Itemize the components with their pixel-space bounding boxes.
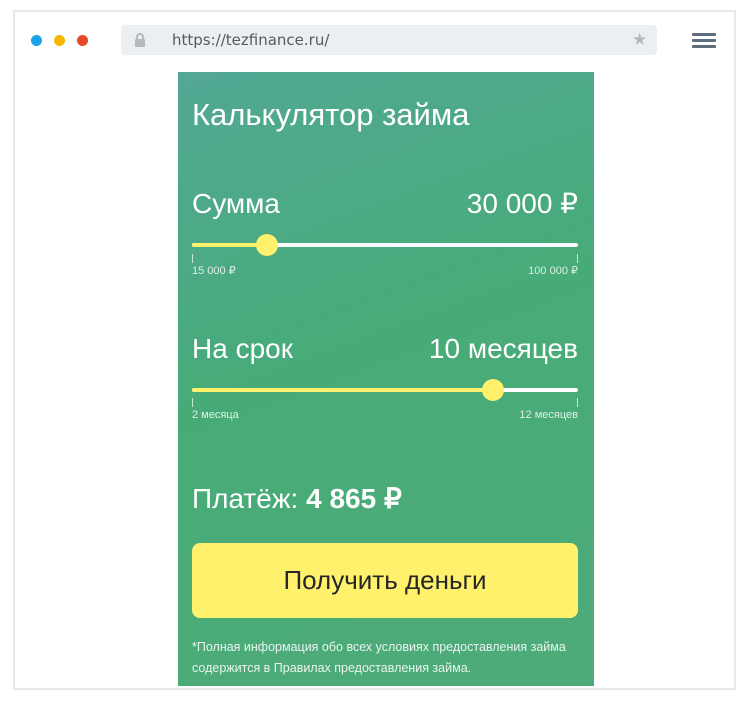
term-value: 10 месяцев [428,333,578,364]
term-max-label: 12 месяцев [519,409,578,421]
amount-label: Сумма [192,188,280,219]
amount-max-tick [577,254,578,263]
term-slider[interactable] [192,378,578,402]
lock-icon [135,33,145,47]
amount-max-label: 100 000 ₽ [528,265,578,277]
term-slider-thumb[interactable] [482,379,505,401]
term-label: На срок [192,333,293,364]
window-dot-blue[interactable] [31,35,42,46]
amount-min-tick [192,254,193,263]
hamburger-menu-icon[interactable] [692,33,716,49]
amount-slider[interactable] [192,233,578,257]
footnote: *Полная информация обо всех условиях пре… [192,640,566,675]
payment-summary: Платёж: 4 865 ₽ [192,482,402,516]
term-max-tick [577,398,578,407]
calculator-title: Калькулятор займа [192,97,470,132]
url-text[interactable]: https://tezfinance.ru/ [172,31,329,50]
term-min-tick [192,398,193,407]
loan-calculator: Калькулятор займа Сумма 30 000 ₽ 15 000 … [178,72,594,686]
payment-value: 4 865 ₽ [306,483,402,514]
amount-min-label: 15 000 ₽ [192,265,236,277]
amount-value: 30 000 ₽ [466,188,578,219]
window-dot-yellow[interactable] [54,35,65,46]
payment-label: Платёж: [192,483,299,514]
term-slider-fill [192,388,494,392]
get-money-button[interactable]: Получить деньги [192,543,578,618]
amount-slider-thumb[interactable] [256,234,279,256]
window-dot-red[interactable] [77,35,88,46]
star-icon[interactable]: ★ [632,30,647,50]
term-min-label: 2 месяца [192,409,239,421]
